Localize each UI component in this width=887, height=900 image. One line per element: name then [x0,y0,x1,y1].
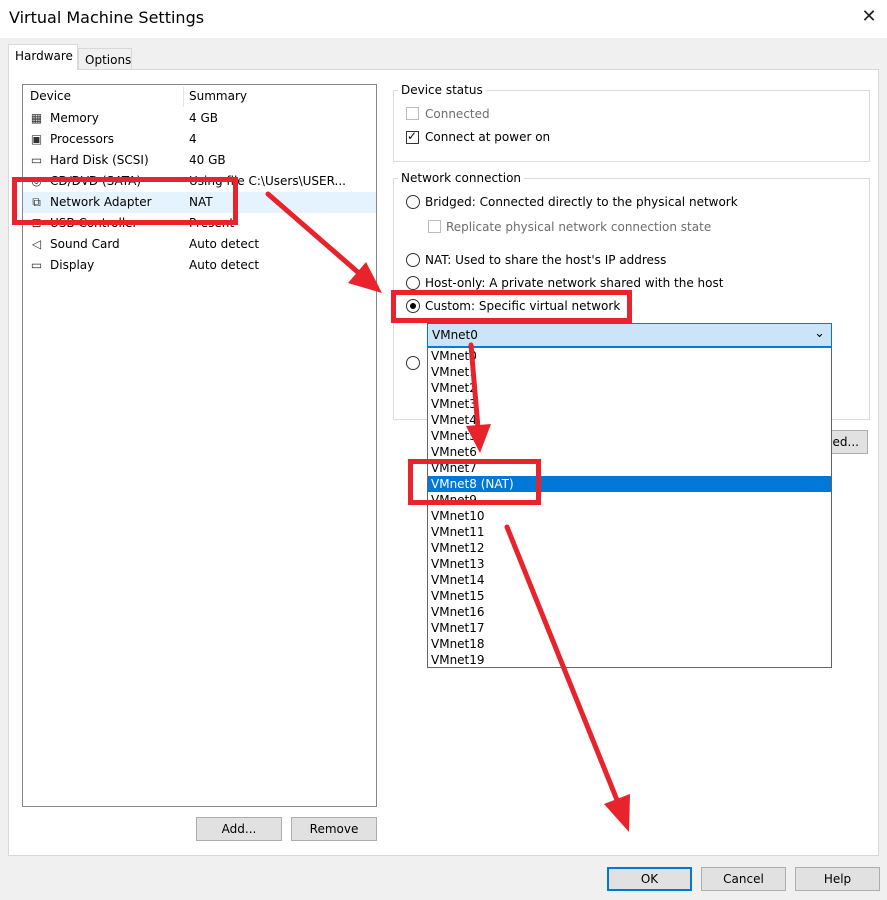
arrowhead-icon [604,794,630,832]
arrowhead-icon [466,424,491,453]
annotation-arrow-3 [504,524,620,803]
annotation-arrows [265,191,630,832]
annotation-arrow-1 [265,191,363,277]
annotation-arrow-2 [468,342,481,431]
tab-hardware[interactable]: Hardware [8,44,78,70]
